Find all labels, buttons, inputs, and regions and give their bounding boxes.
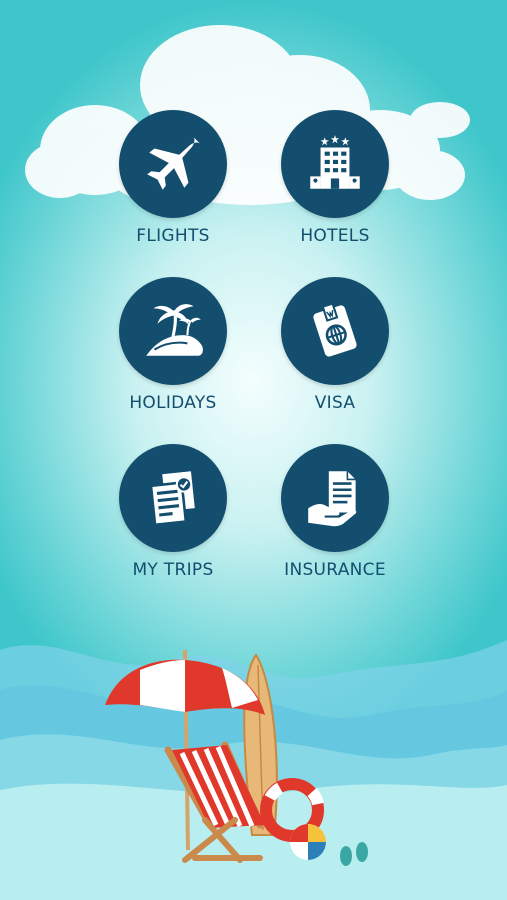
flights-label: FLIGHTS — [136, 226, 210, 246]
visa-circle — [281, 277, 389, 385]
clouds-illustration — [25, 25, 470, 205]
insurance-label: INSURANCE — [284, 560, 386, 580]
menu-item-insurance[interactable]: INSURANCE — [255, 444, 415, 580]
documents-check-icon — [149, 471, 195, 527]
holidays-label: HOLIDAYS — [129, 393, 217, 413]
menu-item-visa[interactable]: VISA — [255, 277, 415, 413]
passport-icon — [313, 302, 357, 357]
flights-circle — [119, 110, 227, 218]
palm-island-icon — [146, 304, 203, 356]
airplane-icon — [147, 137, 200, 190]
my-trips-label: MY TRIPS — [132, 560, 214, 580]
menu-item-holidays[interactable]: HOLIDAYS — [93, 277, 253, 413]
hotel-building-icon — [310, 135, 360, 189]
menu-item-my-trips[interactable]: MY TRIPS — [93, 444, 253, 580]
my-trips-circle — [119, 444, 227, 552]
menu-item-flights[interactable]: FLIGHTS — [93, 110, 253, 246]
hotels-circle — [281, 110, 389, 218]
visa-label: VISA — [314, 393, 356, 413]
app-screen: FLIGHTS HOTELS HOLIDAYS VISA MY TRIPS IN… — [0, 0, 507, 900]
insurance-circle — [281, 444, 389, 552]
hand-document-icon — [308, 471, 357, 527]
menu-item-hotels[interactable]: HOTELS — [255, 110, 415, 246]
holidays-circle — [119, 277, 227, 385]
beach-scene-illustration — [0, 640, 507, 900]
hotels-label: HOTELS — [300, 226, 370, 246]
